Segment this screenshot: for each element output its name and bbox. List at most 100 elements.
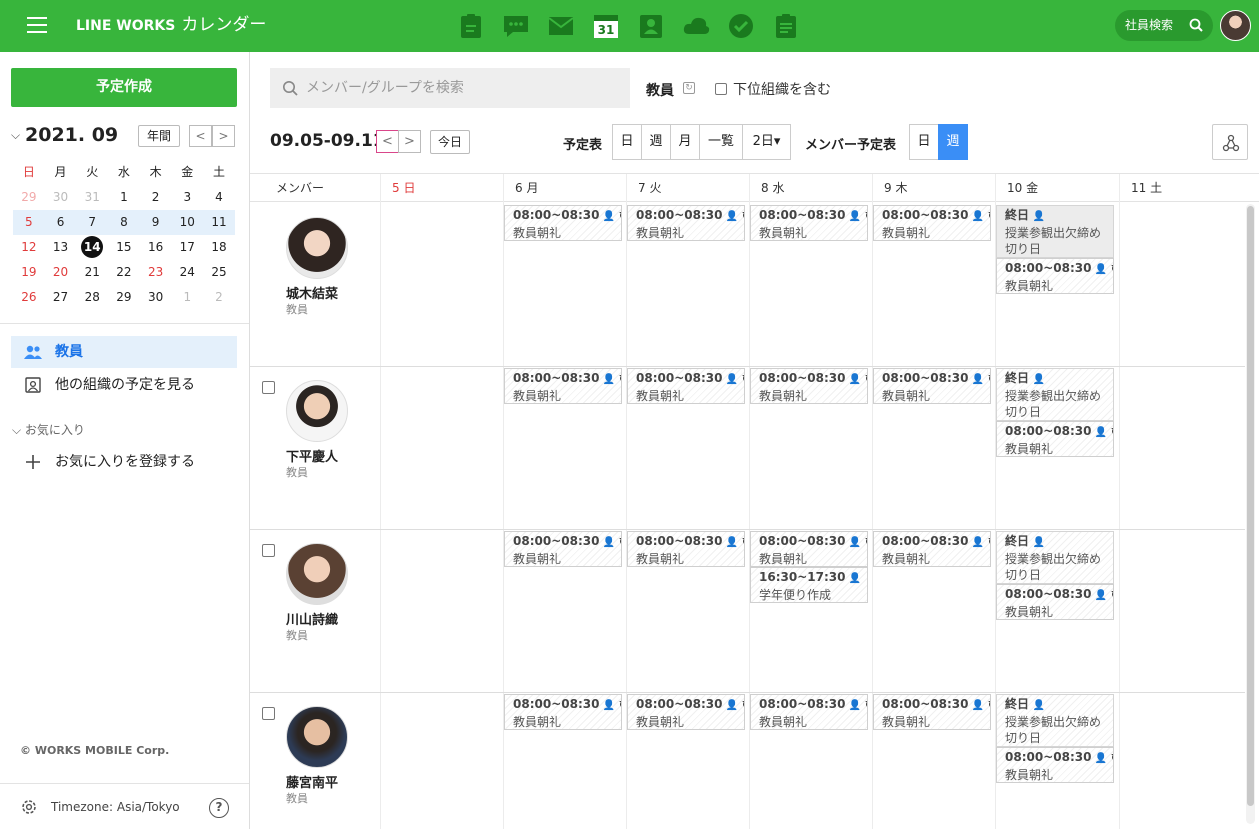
next-month-button[interactable]: > xyxy=(212,125,235,147)
today-marker[interactable]: 14 xyxy=(81,236,104,258)
event-block[interactable]: 08:00~08:30 👤 ↻教員朝礼 xyxy=(750,694,868,730)
mini-day[interactable]: 25 xyxy=(203,260,235,285)
event-block[interactable]: 08:00~08:30 👤 ↻教員朝礼 xyxy=(504,531,622,567)
day-header[interactable]: 9 木 xyxy=(872,174,907,202)
share-button[interactable] xyxy=(1212,124,1248,160)
scrollbar[interactable] xyxy=(1246,204,1255,824)
member-avatar[interactable] xyxy=(286,706,348,768)
view-2day-dropdown[interactable]: 2日▾ xyxy=(742,124,791,160)
member-name[interactable]: 城木結菜 xyxy=(286,283,338,302)
user-avatar[interactable] xyxy=(1220,10,1251,41)
employee-search-button[interactable]: 社員検索 xyxy=(1115,10,1213,41)
mini-day[interactable]: 30 xyxy=(45,185,77,210)
event-block[interactable]: 08:00~08:30 👤 ↻教員朝礼 xyxy=(627,694,745,730)
refresh-icon[interactable]: ↻ xyxy=(683,82,695,94)
day-header[interactable]: 6 月 xyxy=(503,174,538,202)
menu-icon[interactable] xyxy=(27,17,47,33)
event-block[interactable]: 08:00~08:30 👤 ↻教員朝礼 xyxy=(504,694,622,730)
day-header[interactable]: 11 土 xyxy=(1119,174,1162,202)
mini-day[interactable]: 20 xyxy=(45,260,77,285)
member-avatar[interactable] xyxy=(286,380,348,442)
mini-week-row[interactable]: 29 30 31 1 2 3 4 xyxy=(13,185,235,210)
mini-day[interactable]: 13 xyxy=(45,235,77,260)
mini-day[interactable]: 16 xyxy=(140,235,172,260)
mini-day[interactable]: 4 xyxy=(203,185,235,210)
mini-day[interactable]: 26 xyxy=(13,285,45,310)
mini-day[interactable]: 7 xyxy=(76,210,108,235)
chevron-down-icon[interactable]: ⌵ xyxy=(11,128,20,143)
mini-day[interactable]: 2 xyxy=(140,185,172,210)
mini-day[interactable]: 1 xyxy=(108,185,140,210)
all-day-event[interactable]: 終日 👤 授業参観出欠締め切り日 xyxy=(996,368,1114,421)
event-block[interactable]: 08:00~08:30 👤 ↻教員朝礼 xyxy=(504,368,622,404)
view-day-button[interactable]: 日 xyxy=(612,124,642,160)
member-view-week-button[interactable]: 週 xyxy=(938,124,968,160)
approval-icon[interactable] xyxy=(456,12,486,40)
mini-day[interactable]: 30 xyxy=(140,285,172,310)
member-name[interactable]: 川山詩織 xyxy=(286,609,338,628)
mini-day[interactable]: 17 xyxy=(171,235,203,260)
mini-day[interactable]: 10 xyxy=(171,210,203,235)
timezone-label[interactable]: Timezone: Asia/Tokyo xyxy=(51,800,180,814)
mini-day[interactable]: 19 xyxy=(13,260,45,285)
event-block[interactable]: 08:00~08:30 👤 ↻教員朝礼 xyxy=(873,205,991,241)
calendar-icon[interactable]: 31 xyxy=(591,12,621,40)
member-cell[interactable]: 藤宮南平 教員 xyxy=(250,692,380,829)
view-week-button[interactable]: 週 xyxy=(641,124,671,160)
day-header[interactable]: 7 火 xyxy=(626,174,661,202)
all-day-event[interactable]: 終日 👤 授業参観出欠締め切り日 xyxy=(996,694,1114,747)
event-block[interactable]: 08:00~08:30 👤 ↻教員朝礼 xyxy=(873,694,991,730)
all-day-event[interactable]: 終日 👤 授業参観出欠締め切り日 xyxy=(996,205,1114,258)
add-favorite-button[interactable]: お気に入りを登録する xyxy=(11,446,237,478)
sidebar-item-other-org[interactable]: 他の組織の予定を見る xyxy=(11,369,237,401)
event-block[interactable]: 08:00~08:30 👤 ↻教員朝礼 xyxy=(996,584,1114,620)
event-block[interactable]: 08:00~08:30 👤 ↻教員朝礼 xyxy=(873,368,991,404)
mini-week-row[interactable]: 12 13 14 15 16 17 18 xyxy=(13,235,235,260)
mini-day[interactable]: 2 xyxy=(203,285,235,310)
talk-icon[interactable] xyxy=(501,12,531,40)
event-block[interactable]: 08:00~08:30 👤 ↻教員朝礼 xyxy=(627,205,745,241)
mini-day[interactable]: 18 xyxy=(203,235,235,260)
event-block[interactable]: 08:00~08:30 👤 ↻教員朝礼 xyxy=(627,531,745,567)
event-block[interactable]: 08:00~08:30 👤 ↻教員朝礼 xyxy=(750,531,868,567)
mini-day[interactable]: 22 xyxy=(108,260,140,285)
scrollbar-thumb[interactable] xyxy=(1247,206,1254,806)
today-button[interactable]: 今日 xyxy=(430,130,470,154)
mini-week-row[interactable]: 19 20 21 22 23 24 25 xyxy=(13,260,235,285)
event-block[interactable]: 08:00~08:30 👤 ↻教員朝礼 xyxy=(750,205,868,241)
mini-week-row[interactable]: 5 6 7 8 9 10 11 xyxy=(13,210,235,235)
mini-day[interactable]: 21 xyxy=(76,260,108,285)
event-block[interactable]: 08:00~08:30 👤 ↻教員朝礼 xyxy=(873,531,991,567)
mini-day[interactable]: 31 xyxy=(76,185,108,210)
task-icon[interactable] xyxy=(726,12,756,40)
mini-day[interactable]: 29 xyxy=(108,285,140,310)
gear-icon[interactable] xyxy=(20,798,38,816)
drive-icon[interactable] xyxy=(681,12,711,40)
view-month-button[interactable]: 月 xyxy=(670,124,700,160)
form-icon[interactable] xyxy=(771,12,801,40)
prev-month-button[interactable]: < xyxy=(189,125,212,147)
mini-day[interactable]: 14 xyxy=(76,235,108,260)
member-avatar[interactable] xyxy=(286,217,348,279)
member-checkbox[interactable] xyxy=(262,707,275,720)
event-block[interactable]: 08:00~08:30 👤 ↻教員朝礼 xyxy=(996,747,1114,783)
mini-day[interactable]: 15 xyxy=(108,235,140,260)
checkbox-box[interactable] xyxy=(715,83,727,95)
mini-day[interactable]: 5 xyxy=(13,210,45,235)
next-week-button[interactable]: > xyxy=(398,130,421,153)
mini-day[interactable]: 6 xyxy=(45,210,77,235)
help-icon[interactable]: ? xyxy=(209,798,229,818)
mini-day[interactable]: 29 xyxy=(13,185,45,210)
member-cell[interactable]: 下平慶人 教員 xyxy=(250,366,380,529)
mini-day[interactable]: 9 xyxy=(140,210,172,235)
event-block[interactable]: 08:00~08:30 👤 ↻教員朝礼 xyxy=(627,368,745,404)
member-avatar[interactable] xyxy=(286,543,348,605)
all-day-event[interactable]: 終日 👤 授業参観出欠締め切り日 xyxy=(996,531,1114,584)
mini-day[interactable]: 27 xyxy=(45,285,77,310)
day-header[interactable]: 10 金 xyxy=(995,174,1038,202)
event-block[interactable]: 08:00~08:30 👤 ↻教員朝礼 xyxy=(996,258,1114,294)
mini-day[interactable]: 23 xyxy=(140,260,172,285)
member-checkbox[interactable] xyxy=(262,544,275,557)
mini-week-row[interactable]: 26 27 28 29 30 1 2 xyxy=(13,285,235,310)
include-sub-org-checkbox[interactable]: 下位組織を含む xyxy=(715,79,831,99)
